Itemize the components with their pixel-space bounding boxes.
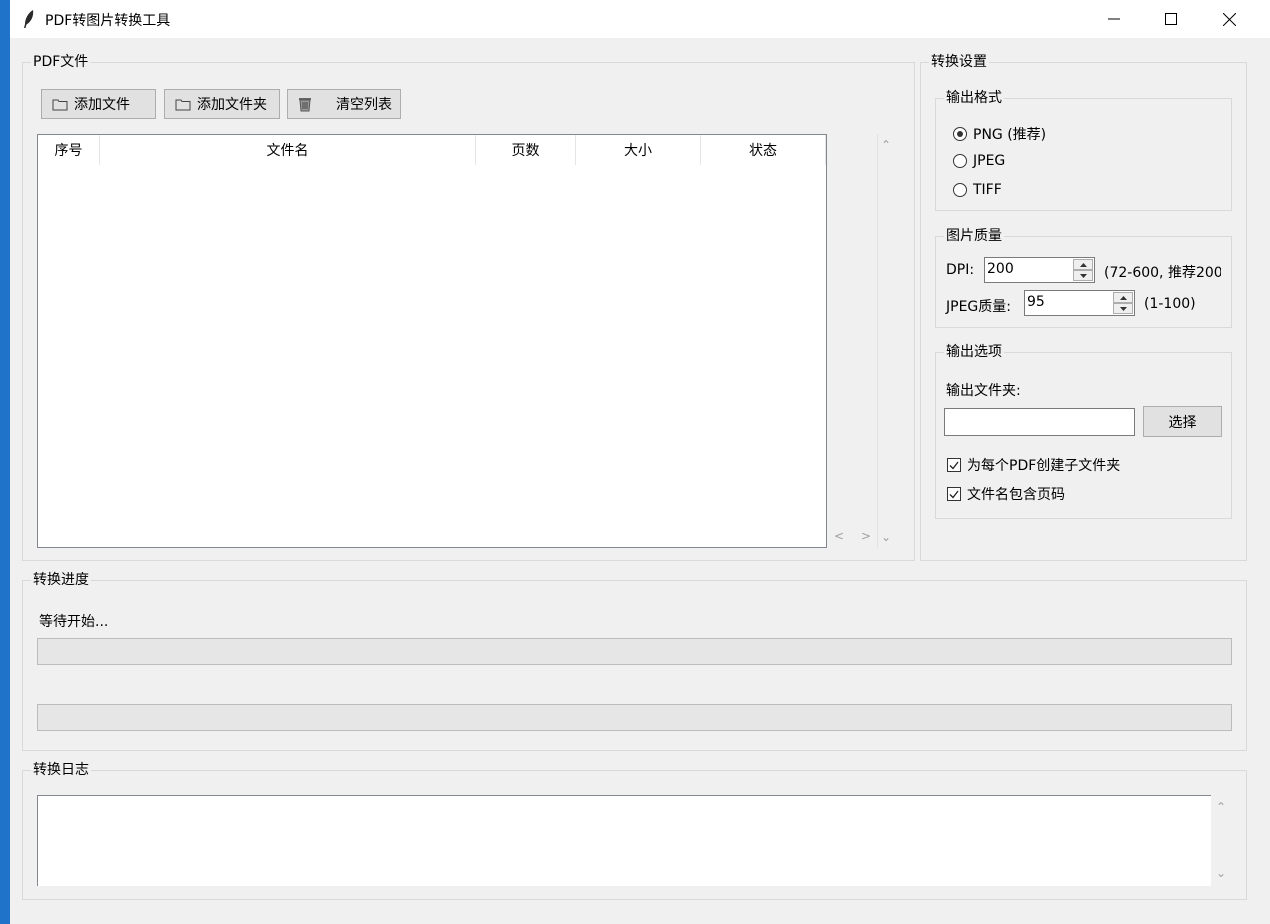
table-header: 序号 文件名 页数 大小 状态 [38,135,826,165]
scroll-up-arrow-icon[interactable]: ⌃ [881,138,891,152]
file-list-table[interactable]: 序号 文件名 页数 大小 状态 [37,134,827,548]
column-header-filename[interactable]: 文件名 [100,135,476,165]
arrow-down-icon [1079,273,1087,278]
arrow-up-icon [1079,262,1087,267]
subfolder-checkbox[interactable]: 为每个PDF创建子文件夹 [947,455,1120,475]
dpi-spinbox[interactable]: 200 [984,257,1095,283]
jpeg-quality-increment-button[interactable] [1113,292,1133,303]
format-option-png-label: PNG (推荐) [973,127,1047,143]
clear-list-button[interactable]: 清空列表 [287,89,401,119]
maximize-icon [1165,13,1177,25]
output-folder-input[interactable] [944,408,1135,436]
pdf-files-group-label: PDF文件 [31,53,91,71]
jpeg-quality-label: JPEG质量: [946,299,1011,315]
output-options-label: 输出选项 [944,343,1004,361]
progress-group-label: 转换进度 [31,571,91,589]
column-header-status[interactable]: 状态 [701,135,826,165]
choose-folder-label: 选择 [1168,414,1197,431]
feather-icon [24,10,34,28]
dpi-decrement-button[interactable] [1073,270,1093,281]
trash-icon [299,98,311,112]
log-textbox[interactable] [37,795,1211,886]
add-file-label: 添加文件 [74,97,130,113]
output-folder-label: 输出文件夹: [946,383,1021,399]
format-option-tiff[interactable]: TIFF [953,182,1002,198]
add-folder-button[interactable]: 添加文件夹 [164,89,280,119]
minimize-icon [1108,18,1120,20]
minimize-button[interactable] [1085,0,1143,38]
maximize-button[interactable] [1142,0,1200,38]
format-option-jpeg-label: JPEG [973,153,1006,169]
format-option-jpeg[interactable]: JPEG [953,153,1005,169]
checkbox-checked-icon [947,458,961,472]
scroll-right-arrow-icon[interactable]: > [861,529,871,543]
dpi-value: 200 [987,261,1014,277]
radio-unselected-icon [953,154,967,168]
folder-icon [52,99,68,110]
format-option-tiff-label: TIFF [973,182,1002,198]
radio-unselected-icon [953,183,967,197]
dpi-increment-button[interactable] [1073,259,1093,270]
app-window: PDF转图片转换工具 PDF文件 添加文件 添加文件夹 清空列表 序号 文件名 … [10,0,1270,924]
checkbox-checked-icon [947,487,961,501]
arrow-down-icon [1119,306,1127,311]
pagenum-checkbox[interactable]: 文件名包含页码 [947,484,1065,504]
format-option-png[interactable]: PNG (推荐) [953,124,1046,144]
subfolder-checkbox-label: 为每个PDF创建子文件夹 [967,458,1121,474]
column-header-size[interactable]: 大小 [576,135,701,165]
file-list-vertical-scrollbar[interactable] [877,134,878,548]
log-group-label: 转换日志 [31,761,91,779]
image-quality-label: 图片质量 [944,227,1004,245]
output-format-label: 输出格式 [944,89,1004,107]
jpeg-quality-spinbox[interactable]: 95 [1024,290,1135,316]
window-title: PDF转图片转换工具 [45,13,171,29]
progress-status: 等待开始... [39,614,109,630]
add-folder-label: 添加文件夹 [197,97,267,113]
jpeg-quality-value: 95 [1027,294,1045,310]
scroll-down-arrow-icon[interactable]: ⌄ [1216,866,1226,880]
arrow-up-icon [1119,295,1127,300]
overall-progress-bar [37,638,1232,665]
pagenum-checkbox-label: 文件名包含页码 [967,487,1065,503]
choose-folder-button[interactable]: 选择 [1143,406,1222,437]
settings-group-label: 转换设置 [929,53,989,71]
dpi-label: DPI: [946,262,975,278]
scroll-up-arrow-icon[interactable]: ⌃ [1216,800,1226,814]
file-progress-bar [37,704,1232,731]
close-button[interactable] [1200,0,1258,38]
column-header-pages[interactable]: 页数 [476,135,576,165]
close-icon [1222,12,1236,26]
jpeg-quality-hint: (1-100) [1144,296,1196,312]
title-bar: PDF转图片转换工具 [10,0,1270,38]
scroll-down-arrow-icon[interactable]: ⌄ [881,530,891,544]
folder-icon [175,99,191,110]
add-file-button[interactable]: 添加文件 [41,89,156,119]
scroll-left-arrow-icon[interactable]: < [834,529,844,543]
column-header-index[interactable]: 序号 [38,135,100,165]
clear-list-label: 清空列表 [336,97,392,113]
dpi-hint: (72-600, 推荐200 [1104,265,1221,281]
jpeg-quality-decrement-button[interactable] [1113,303,1133,314]
radio-selected-icon [953,127,967,141]
